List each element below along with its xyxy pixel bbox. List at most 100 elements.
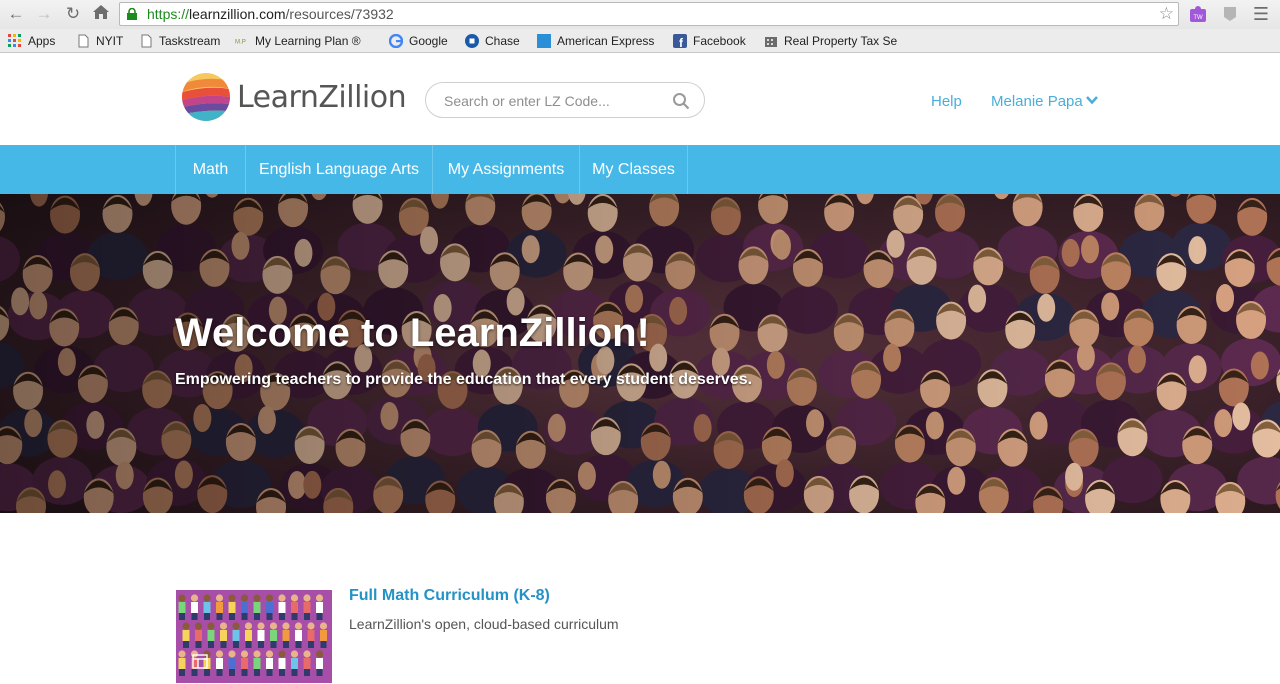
- student-legs: [283, 641, 289, 648]
- student-body: [303, 602, 311, 613]
- reload-icon[interactable]: ↻: [62, 4, 84, 24]
- student-head: [278, 594, 286, 602]
- google-icon: [389, 34, 403, 48]
- student-head: [207, 622, 215, 630]
- extension-shield-icon[interactable]: [1221, 5, 1239, 23]
- nav-math[interactable]: Math: [175, 145, 245, 194]
- bookmark-label: NYIT: [96, 34, 124, 48]
- student-legs: [279, 613, 285, 620]
- address-bar[interactable]: https://learnzillion.com/resources/73932…: [119, 2, 1179, 26]
- forward-icon[interactable]: →: [33, 4, 55, 24]
- student-legs: [279, 669, 285, 676]
- bookmark-my-learning-plan[interactable]: M.P My Learning Plan ®: [235, 33, 361, 49]
- student-legs: [241, 613, 248, 620]
- student-head: [244, 622, 253, 630]
- nav-english-language-arts[interactable]: English Language Arts: [245, 145, 432, 194]
- student-body: [207, 630, 215, 641]
- nav-my-assignments[interactable]: My Assignments: [432, 145, 579, 194]
- extension-puzzle-icon[interactable]: TW: [1189, 5, 1207, 23]
- bookmark-american-express[interactable]: American Express: [537, 33, 654, 49]
- chevron-down-icon[interactable]: [1086, 95, 1098, 105]
- student-head: [265, 650, 274, 658]
- student-head: [228, 594, 236, 602]
- student-head: [182, 622, 190, 630]
- facebook-icon: f: [673, 34, 687, 48]
- student-body: [307, 630, 315, 641]
- help-link[interactable]: Help: [931, 93, 962, 110]
- bookmark-label: Google: [409, 34, 448, 48]
- search-icon[interactable]: [672, 92, 690, 110]
- bookmark-label: Facebook: [693, 34, 746, 48]
- student-legs: [304, 669, 310, 676]
- bookmark-label: Chase: [485, 34, 520, 48]
- student-body: [266, 658, 273, 669]
- bookmark-google[interactable]: Google: [389, 33, 448, 49]
- bookmark-taskstream[interactable]: Taskstream: [139, 33, 220, 49]
- page-icon: [141, 34, 152, 48]
- amex-icon: [537, 34, 551, 48]
- nav-my-classes[interactable]: My Classes: [579, 145, 688, 194]
- student-head: [294, 622, 303, 630]
- back-icon[interactable]: ←: [5, 4, 27, 24]
- student-legs: [270, 641, 277, 648]
- student-body: [282, 630, 290, 641]
- menu-icon[interactable]: ☰: [1250, 4, 1272, 24]
- bookmark-facebook[interactable]: f Facebook: [673, 33, 746, 49]
- logo-text[interactable]: LearnZillion: [237, 80, 407, 115]
- resource-title[interactable]: Full Math Curriculum (K-8): [349, 587, 550, 605]
- student-head: [265, 594, 274, 602]
- bookmark-label: American Express: [557, 34, 655, 48]
- url-path: /resources/73932: [285, 6, 394, 22]
- student-body: [220, 630, 227, 641]
- student-legs: [266, 669, 273, 676]
- student-body: [178, 602, 186, 613]
- student-body: [316, 602, 323, 613]
- student-body: [291, 602, 298, 613]
- student-legs: [295, 641, 302, 648]
- student-body: [245, 630, 252, 641]
- student-legs: [254, 669, 260, 676]
- bookmark-nyit[interactable]: NYIT: [76, 33, 123, 49]
- student-body: [241, 658, 248, 669]
- student-head: [253, 650, 261, 658]
- student-head: [315, 650, 324, 658]
- student-body: [182, 630, 190, 641]
- search-input[interactable]: [444, 91, 664, 111]
- student-legs: [320, 641, 327, 648]
- learnzillion-logo-icon[interactable]: [181, 72, 231, 122]
- student-body: [203, 602, 211, 613]
- bookmark-label: My Learning Plan ®: [255, 34, 361, 48]
- student-legs: [204, 669, 210, 676]
- student-head: [194, 622, 203, 630]
- student-body: [178, 658, 186, 669]
- bookmark-star-icon[interactable]: ☆: [1159, 5, 1174, 23]
- resource-thumbnail[interactable]: [176, 590, 332, 683]
- student-head: [178, 594, 186, 602]
- hero-title: Welcome to LearnZillion!: [175, 311, 650, 355]
- student-head: [219, 622, 228, 630]
- page-icon: [78, 34, 89, 48]
- student-body: [191, 602, 198, 613]
- student-body: [253, 658, 261, 669]
- student-body: [228, 658, 236, 669]
- user-menu[interactable]: Melanie Papa: [991, 93, 1083, 110]
- bookmark-chase[interactable]: Chase: [465, 33, 520, 49]
- student-legs: [316, 613, 323, 620]
- browser-toolbar: ← → ↻ https://learnzillion.com/resources…: [0, 0, 1280, 29]
- home-icon[interactable]: [90, 4, 112, 24]
- student-legs: [316, 669, 323, 676]
- student-head: [215, 594, 224, 602]
- bookmark-apps[interactable]: Apps: [8, 33, 55, 49]
- svg-text:M.P: M.P: [235, 39, 246, 46]
- student-body: [257, 630, 265, 641]
- students-illustration: [178, 594, 328, 676]
- student-head: [307, 622, 315, 630]
- student-head: [257, 622, 265, 630]
- student-legs: [291, 613, 298, 620]
- student-head: [290, 650, 299, 658]
- building-icon: [765, 37, 777, 47]
- hero-banner: Welcome to LearnZillion! Empowering teac…: [0, 194, 1280, 513]
- bookmark-real-property-tax[interactable]: Real Property Tax Se: [764, 33, 897, 49]
- student-legs: [191, 613, 198, 620]
- student-legs: [195, 641, 202, 648]
